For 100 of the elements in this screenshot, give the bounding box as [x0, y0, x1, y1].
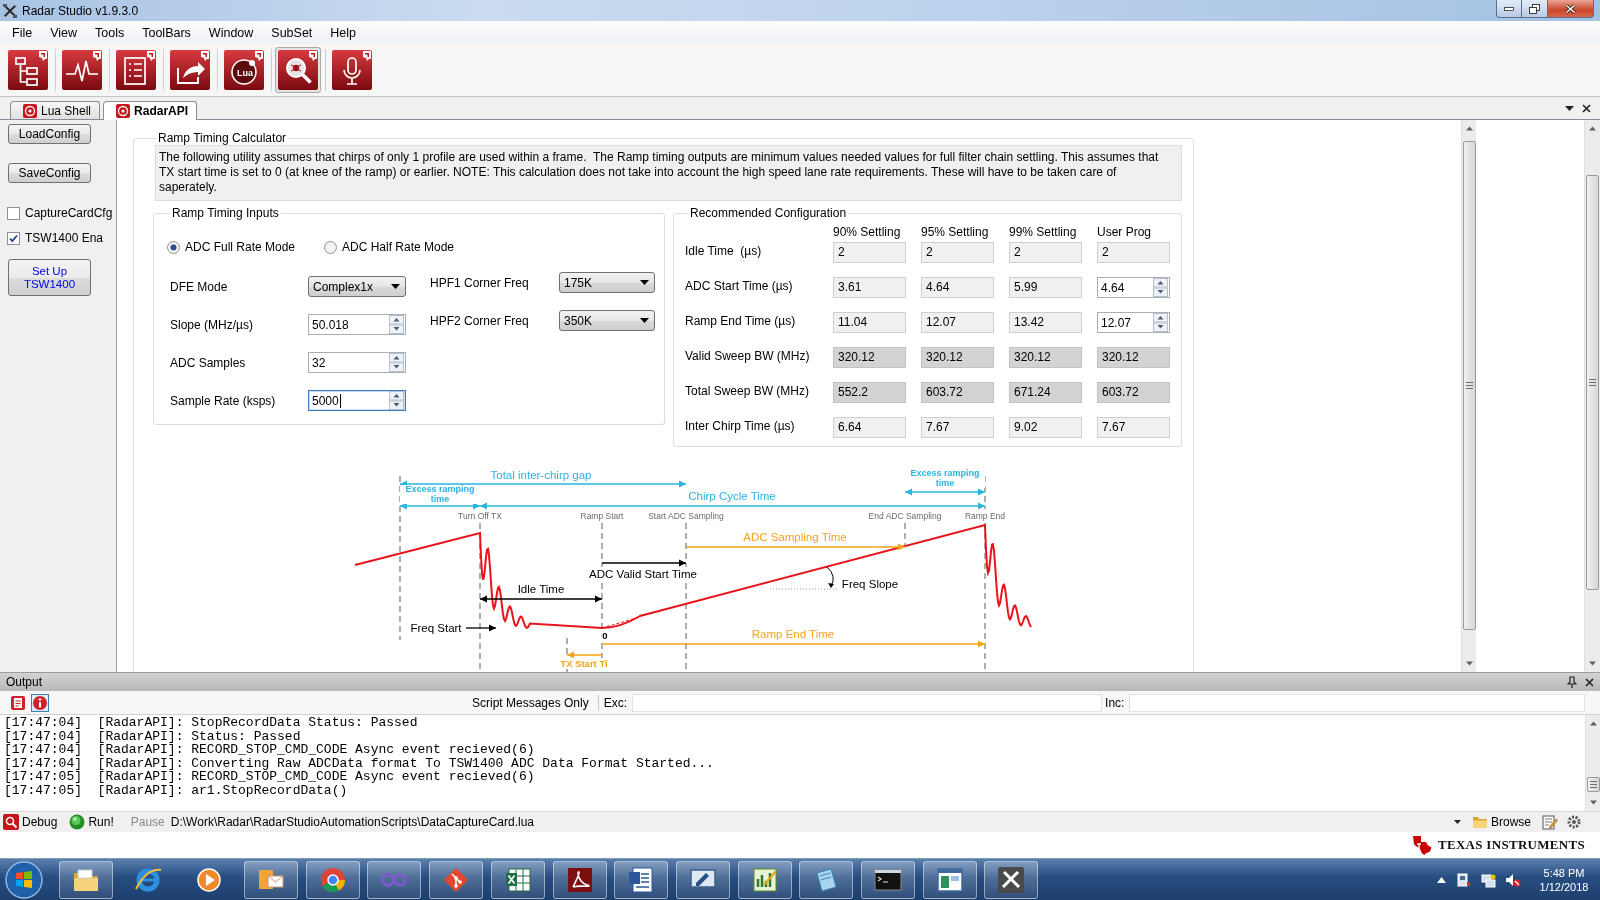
taskbar-button[interactable] — [552, 860, 607, 899]
checkbox[interactable] — [7, 231, 20, 245]
dimension-label: ADC Sampling Time — [742, 530, 848, 544]
menu-item[interactable]: ToolBars — [133, 25, 200, 40]
checklist-icon — [116, 50, 156, 90]
dimension-label: ADC Valid Start Time — [588, 567, 698, 581]
marker-label: Turn Off TX — [457, 511, 503, 521]
up-down-arrows-icon[interactable] — [1153, 278, 1168, 297]
sidebar-button[interactable]: LoadConfig — [8, 124, 91, 144]
dropdown[interactable]: 175K — [559, 272, 655, 293]
dimension-label: Idle Time — [516, 582, 566, 596]
taskbar-button[interactable] — [614, 860, 669, 899]
field-label: Exc: — [603, 695, 628, 710]
scroll-thumb[interactable] — [1586, 777, 1600, 792]
menu-item[interactable]: Tools — [86, 25, 134, 40]
minimize-icon — [1504, 6, 1514, 11]
input-field[interactable] — [1129, 693, 1586, 712]
flowchart-icon — [8, 50, 48, 90]
radio-button[interactable] — [167, 240, 180, 254]
readonly-field: 7.67 — [921, 417, 994, 438]
caret-icon[interactable] — [1565, 105, 1574, 111]
spin-field[interactable]: 12.07 — [1097, 312, 1170, 333]
taskbar-button[interactable] — [860, 860, 915, 899]
toolbar-button[interactable] — [167, 47, 213, 93]
script-button[interactable]: Run! — [67, 812, 116, 832]
taskbar-button[interactable] — [244, 860, 299, 899]
menu-item[interactable]: Help — [321, 25, 366, 40]
dropdown[interactable]: Complex1x — [308, 276, 406, 297]
brand-name: TEXAS INSTRUMENTS — [1437, 837, 1585, 853]
field-label: HPF1 Corner Freq — [430, 275, 530, 290]
toolbar-button[interactable] — [329, 47, 375, 93]
scrollbar[interactable] — [1461, 120, 1476, 672]
window-title: Radar Studio v1.9.3.0 — [22, 3, 140, 18]
restore-button[interactable] — [1522, 0, 1548, 18]
taskbar-button[interactable] — [490, 860, 545, 899]
up-down-arrows-icon[interactable] — [389, 391, 404, 410]
tab[interactable]: Lua Shell — [10, 101, 101, 119]
close-icon[interactable] — [1582, 103, 1591, 113]
field-label: HPF2 Corner Freq — [430, 313, 530, 328]
filter-toggle-button[interactable]: Script Messages Only — [468, 695, 593, 710]
up-arrow-icon[interactable] — [1437, 876, 1446, 883]
field-label: ADC Samples — [169, 355, 247, 370]
network-icon[interactable] — [1480, 871, 1496, 888]
up-down-arrows-icon[interactable] — [1153, 313, 1168, 332]
restore-icon — [1529, 3, 1540, 14]
dimension-label: TX Start Ti — [559, 658, 609, 669]
crossed-tools-icon — [2, 2, 18, 19]
log-line: [17:47:05] [RadarAPI]: ar1.StopRecordData() — [4, 783, 349, 797]
log-line: [17:47:04] [RadarAPI]: Status: Passed — [4, 729, 302, 743]
caret-icon — [640, 280, 649, 285]
pencil-note-icon[interactable] — [1542, 814, 1558, 830]
browse-button[interactable]: Browse — [1469, 812, 1534, 832]
close-button[interactable] — [1548, 0, 1594, 18]
toolbar-button[interactable] — [5, 47, 51, 93]
menu-item[interactable]: SubSet — [262, 25, 322, 40]
tab[interactable]: RadarAPI — [103, 101, 198, 120]
taskbar-button[interactable] — [737, 860, 792, 899]
info-icon — [32, 694, 48, 711]
path-field[interactable]: D:\Work\Radar\RadarStudioAutomationScripts\DataCaptureCard.lua — [170, 812, 1465, 832]
spin-field[interactable]: 50.018 — [308, 314, 406, 335]
gear-icon[interactable] — [1566, 814, 1582, 830]
close-icon[interactable] — [1585, 677, 1594, 687]
minimize-button[interactable] — [1496, 0, 1522, 18]
toolbar-button[interactable] — [9, 693, 27, 712]
device-icon[interactable] — [1455, 871, 1471, 888]
log-line: [17:47:04] [RadarAPI]: StopRecordData Status: Passed — [4, 716, 419, 730]
dropdown[interactable]: 350K — [559, 310, 655, 331]
menu-item[interactable]: File — [3, 25, 42, 40]
row-label: Ramp End Time (µs) — [685, 313, 797, 330]
toolbar-button[interactable] — [31, 693, 49, 712]
taskbar-button[interactable] — [59, 860, 113, 899]
checkbox[interactable] — [7, 206, 20, 220]
taskbar-button[interactable] — [984, 860, 1039, 899]
scrollbar[interactable] — [1585, 715, 1600, 811]
readonly-field: 11.04 — [833, 312, 906, 333]
start-orb-icon[interactable] — [4, 859, 44, 900]
toolbar-button[interactable]: Lua — [221, 47, 267, 93]
scroll-thumb[interactable] — [1462, 141, 1476, 630]
setup-button[interactable]: Set Up TSW1400 — [8, 259, 91, 296]
scroll-thumb[interactable] — [1586, 175, 1599, 590]
clock-time: 5:48 PM — [1543, 865, 1585, 880]
toolbar-button[interactable] — [59, 47, 105, 93]
up-down-arrows-icon[interactable] — [389, 353, 404, 372]
taskbar-button[interactable] — [922, 860, 977, 899]
menu-item[interactable]: View — [41, 25, 87, 40]
taskbar-button[interactable] — [675, 860, 730, 899]
toolbar-button[interactable] — [113, 47, 159, 93]
spin-field[interactable]: 32 — [308, 352, 406, 373]
sidebar-button[interactable]: SaveConfig — [8, 163, 91, 183]
spin-field[interactable]: 5000 — [308, 390, 406, 411]
up-down-arrows-icon[interactable] — [389, 315, 404, 334]
readonly-field: 6.64 — [833, 417, 906, 438]
radio-button[interactable] — [324, 240, 337, 254]
script-button[interactable]: Debug — [1, 812, 60, 832]
spin-field[interactable]: 4.64 — [1097, 277, 1170, 298]
pin-icon[interactable] — [1567, 676, 1577, 688]
scrollbar[interactable] — [1584, 120, 1600, 672]
menu-item[interactable]: Window — [199, 25, 263, 40]
toolbar-button[interactable] — [275, 47, 321, 93]
input-field[interactable] — [632, 693, 1103, 712]
